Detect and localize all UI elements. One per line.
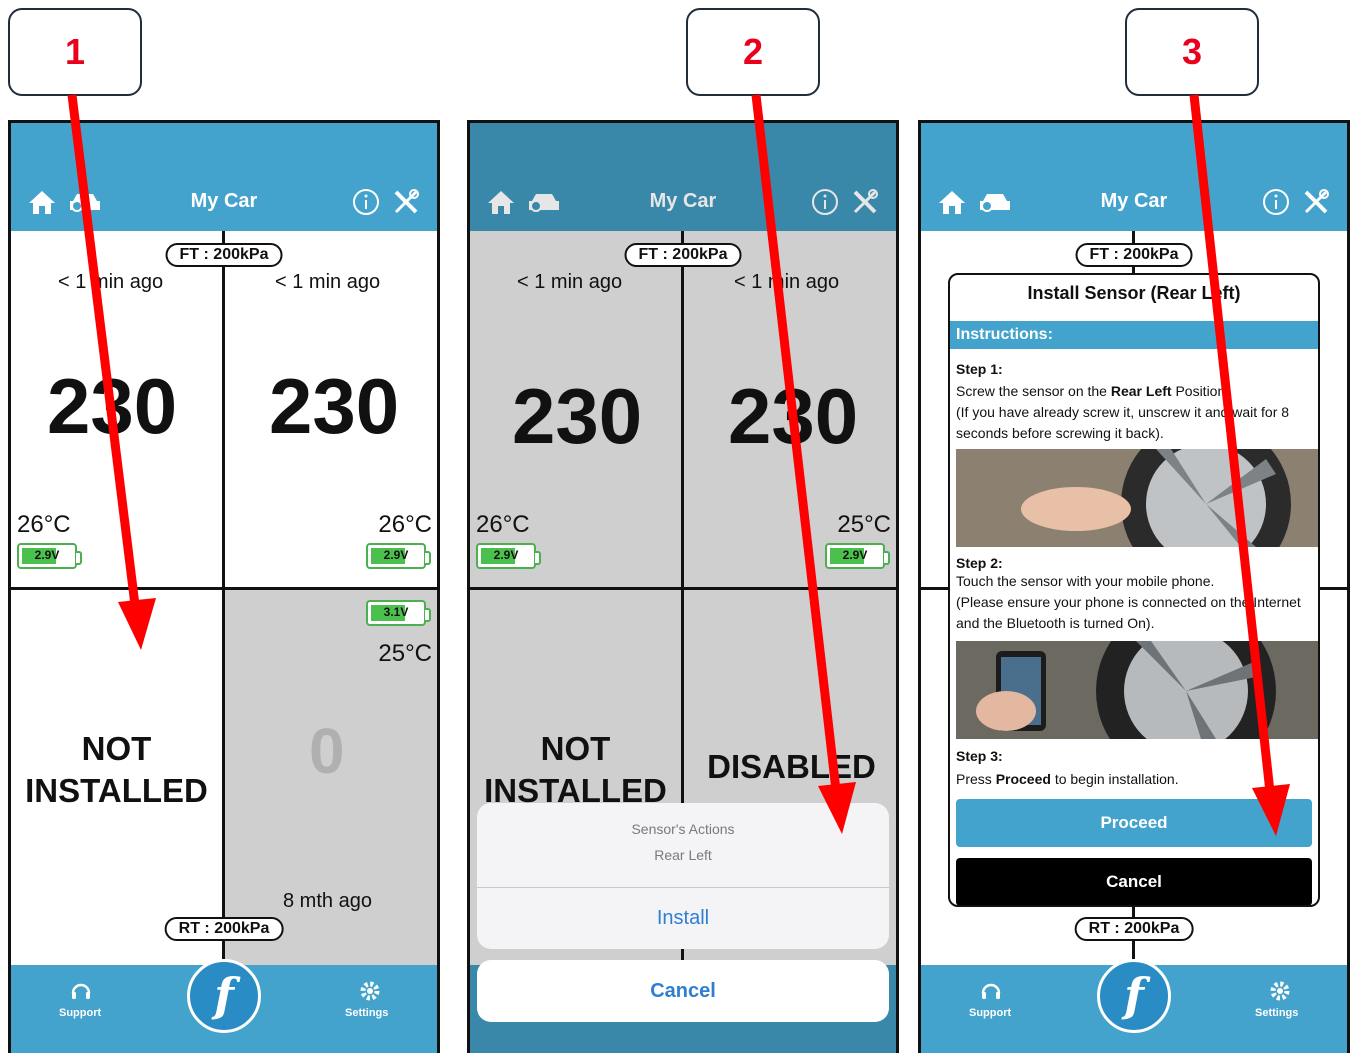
dialog-title: Install Sensor (Rear Left) [1027,283,1241,303]
support-label[interactable]: Support [969,1007,1011,1019]
divider [222,231,225,968]
front-pressure-pill: FT : 200kPa [1075,243,1193,267]
battery-indicator: 2.9V [825,543,890,569]
battery-indicator: 2.9V [17,543,82,569]
cancel-button[interactable]: Cancel [956,858,1312,905]
step-3-text: Press Proceed to begin installation. [956,771,1179,787]
last-update: < 1 min ago [275,271,381,293]
tire-grid: < 1 min ago 230 26°C 2.9V < 1 min ago 23… [11,231,437,968]
last-update: < 1 min ago [517,271,623,293]
tools-icon[interactable] [389,187,423,217]
info-icon[interactable] [810,187,840,217]
phone-screen-3: My Car FT : 200kPa RT : 200kPa Support S… [918,120,1350,1053]
temperature: 26°C [476,511,530,538]
last-update: < 1 min ago [58,271,164,293]
status-text: DISABLED [707,748,876,785]
pressure-value: 230 [47,362,178,450]
proceed-button[interactable]: Proceed [956,799,1312,847]
front-pressure-pill: FT : 200kPa [624,243,742,267]
step-1-note: (If you have already screw it, unscrew i… [956,404,1290,441]
sheet-divider [477,887,889,888]
tire-cell-front-right[interactable]: < 1 min ago 230 26°C 2.9V [225,231,437,587]
tire-cell-rear-right[interactable]: 3.1V 25°C 0 8 mth ago [225,590,437,968]
status-text: NOT INSTALLED [25,730,208,809]
step-badge-2: 2 [686,8,820,96]
rear-pressure-pill: RT : 200kPa [1074,917,1194,941]
settings-label[interactable]: Settings [1255,1007,1298,1019]
brand-logo[interactable]: f [1097,959,1171,1033]
pressure-value: 230 [269,362,400,450]
app-header: My Car [11,123,437,231]
battery-indicator: 3.1V [366,600,431,626]
tire-cell-front-left[interactable]: < 1 min ago 230 26°C 2.9V [11,231,222,587]
tools-icon[interactable] [1299,187,1333,217]
gear-icon[interactable] [1268,979,1292,1003]
step-1-text: Screw the sensor on the Rear Left Positi… [956,383,1230,399]
step-2-note: (Please ensure your phone is connected o… [956,594,1301,631]
temperature: 25°C [837,511,891,538]
divider [470,587,896,590]
info-icon[interactable] [351,187,381,217]
pressure-value: 0 [309,715,345,787]
front-pressure-pill: FT : 200kPa [165,243,283,267]
step-1-title: Step 1: [956,361,1003,377]
temperature: 26°C [17,511,71,538]
tire-cell-front-left[interactable]: < 1 min ago 230 26°C 2.9V [470,231,681,587]
action-sheet-subtitle: Rear Left [654,847,712,863]
tire-cell-front-right[interactable]: < 1 min ago 230 25°C 2.9V [684,231,896,587]
headset-icon[interactable] [979,979,1003,1003]
gear-icon[interactable] [358,979,382,1003]
divider [11,587,437,590]
tire-photo-1 [956,449,1318,547]
temperature: 25°C [378,640,432,667]
instructions-header: Instructions: [950,321,1318,349]
temperature: 26°C [378,511,432,538]
last-update: < 1 min ago [734,271,840,293]
tools-icon[interactable] [848,187,882,217]
tire-photo-2 [956,641,1318,739]
pressure-value: 230 [728,372,859,460]
step-2-text: Touch the sensor with your mobile phone. [956,573,1215,589]
app-header: My Car [470,123,896,231]
install-button[interactable]: Install [477,907,889,930]
step-3-title: Step 3: [956,748,1003,764]
rear-pressure-pill: RT : 200kPa [164,917,284,941]
step-2-title: Step 2: [956,555,1003,571]
last-update: 8 mth ago [283,890,372,912]
action-sheet-title: Sensor's Actions [631,821,735,837]
headset-icon[interactable] [69,979,93,1003]
sheet-cancel-button[interactable]: Cancel [477,960,889,1022]
phone-screen-1: My Car < 1 min ago 230 26°C 2.9V < 1 min… [8,120,440,1053]
support-label[interactable]: Support [59,1007,101,1019]
tire-cell-rear-left[interactable]: NOT INSTALLED [11,590,222,968]
status-text: NOT INSTALLED [484,730,667,809]
step-badge-3: 3 [1125,8,1259,96]
battery-indicator: 2.9V [366,543,431,569]
info-icon[interactable] [1261,187,1291,217]
app-header: My Car [921,123,1347,231]
phone-screen-2: My Car < 1 min ago 230 26°C 2.9V < 1 min… [467,120,899,1053]
settings-label[interactable]: Settings [345,1007,388,1019]
install-sensor-dialog: Install Sensor (Rear Left) Instructions:… [948,273,1320,907]
action-sheet: Sensor's Actions Rear Left Install [477,803,889,949]
brand-logo[interactable]: f [187,959,261,1033]
battery-indicator: 2.9V [476,543,541,569]
pressure-value: 230 [512,372,643,460]
step-badge-1: 1 [8,8,142,96]
